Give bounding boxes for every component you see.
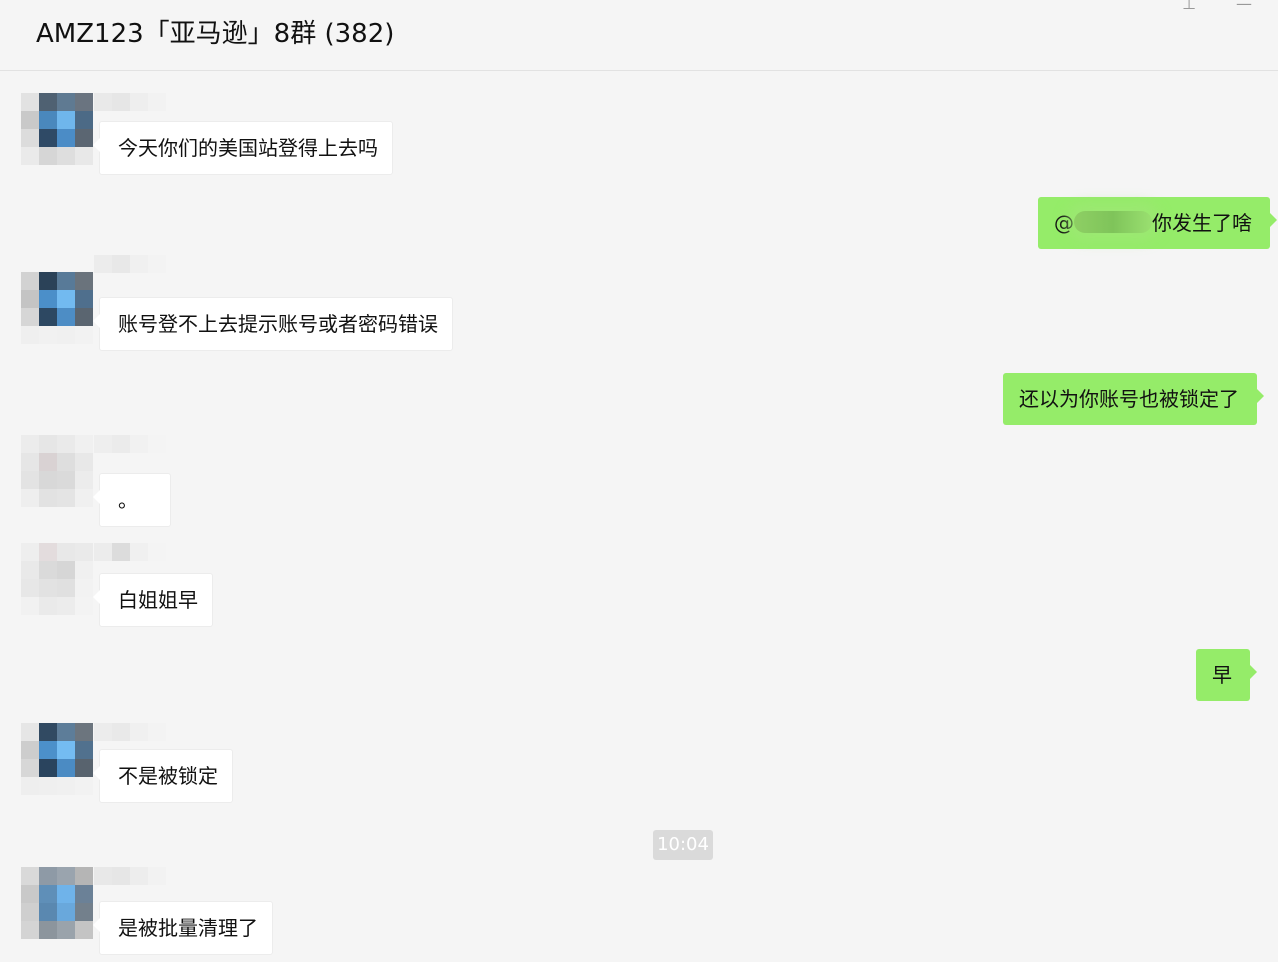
message-bubble[interactable]: 还以为你账号也被锁定了 — [1003, 373, 1264, 425]
avatar[interactable] — [21, 272, 93, 344]
window-controls: ⊥ — — [1182, 0, 1252, 13]
avatar[interactable] — [21, 723, 93, 795]
message-bubble[interactable]: 是被批量清理了 — [93, 901, 273, 955]
chat-title: AMZ123「亚马逊」8群 (382) — [36, 19, 395, 49]
sender-name-redacted — [94, 435, 166, 453]
sender-name-redacted — [94, 255, 166, 273]
message-bubble[interactable]: 账号登不上去提示账号或者密码错误 — [93, 297, 453, 351]
message-bubble[interactable]: 早 — [1196, 649, 1257, 701]
avatar[interactable] — [21, 867, 93, 939]
message-bubble[interactable]: 不是被锁定 — [93, 749, 233, 803]
message-list[interactable]: 今天你们的美国站登得上去吗 @ 你发生了啥 账号登不上去提示账号或者密码错误 还以… — [0, 71, 1278, 962]
avatar[interactable] — [21, 93, 93, 165]
sender-name-redacted — [94, 93, 166, 111]
avatar[interactable] — [21, 543, 93, 615]
sender-name-redacted — [94, 867, 166, 885]
title-bar: AMZ123「亚马逊」8群 (382) ⊥ — — [0, 0, 1278, 71]
chat-window: AMZ123「亚马逊」8群 (382) ⊥ — 今天你们的美国站登得上去吗 @ 你… — [0, 0, 1278, 962]
message-bubble[interactable]: 白姐姐早 — [93, 573, 213, 627]
mention-prefix: @ — [1054, 211, 1074, 235]
sender-name-redacted — [94, 723, 166, 741]
sender-name-redacted — [94, 543, 166, 561]
minimize-icon[interactable]: — — [1236, 0, 1252, 13]
message-bubble[interactable]: 今天你们的美国站登得上去吗 — [93, 121, 393, 175]
message-bubble[interactable]: @ 你发生了啥 — [1038, 197, 1277, 249]
pin-icon[interactable]: ⊥ — [1182, 0, 1196, 13]
mention-redacted — [1074, 211, 1152, 233]
avatar[interactable] — [21, 435, 93, 507]
time-separator: 10:04 — [653, 830, 713, 860]
message-text: 你发生了啥 — [1152, 211, 1252, 235]
message-bubble[interactable]: 。 — [93, 473, 171, 527]
